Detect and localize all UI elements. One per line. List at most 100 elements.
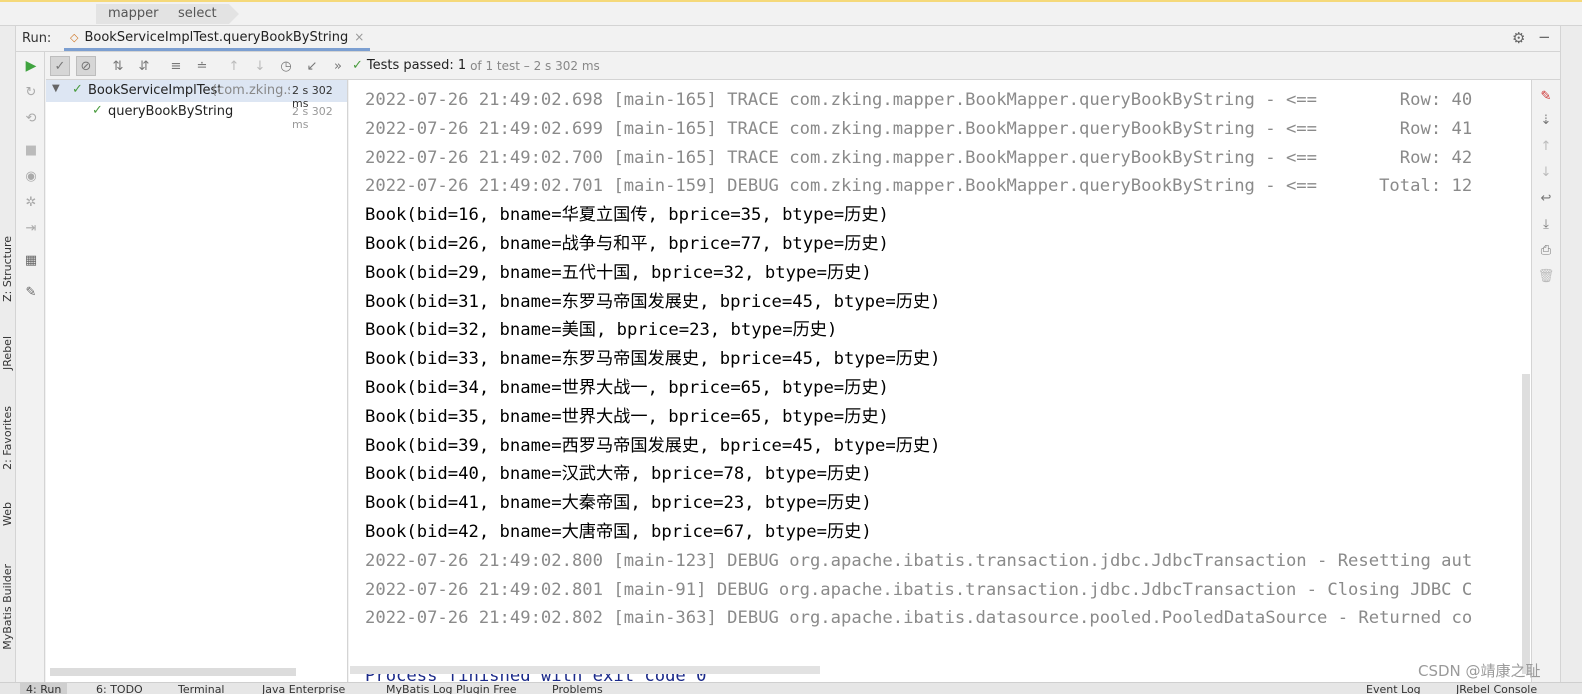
bottom-tab-problems[interactable]: Problems (552, 683, 603, 694)
bottom-tab-run[interactable]: 4: Run (20, 683, 68, 694)
close-tab-icon[interactable]: × (354, 30, 364, 44)
bottom-tab-event-log[interactable]: Event Log (1366, 683, 1421, 694)
test-tree: ▼ ✓ BookServiceImplTest (com.zking.se 2 … (46, 80, 348, 682)
run-tab-title: BookServiceImplTest.queryBookByString (84, 29, 349, 45)
gear-icon[interactable]: ⚙ (1512, 29, 1525, 47)
run-label: Run: (22, 31, 52, 46)
scroll-to-end-icon[interactable]: ⤓ (1536, 214, 1556, 234)
tab-structure-label: Z: Structure (1, 236, 14, 302)
sort-down-icon[interactable]: ⇣ (1536, 110, 1556, 130)
bottom-tab-todo[interactable]: 6: TODO (96, 683, 143, 694)
console-output-line: Book(bid=41, bname=大秦帝国, bprice=23, btyp… (365, 493, 872, 514)
tab-mybatis-builder-label: MyBatis Builder (1, 564, 14, 650)
console-output-line: Book(bid=32, bname=美国, bprice=23, btype=… (365, 320, 838, 341)
bottom-tab-jrebel-console[interactable]: JRebel Console (1456, 683, 1537, 694)
expand-all-icon[interactable]: ≡ (166, 56, 186, 76)
pass-check-icon: ✓ (72, 82, 83, 97)
camera-icon[interactable]: ◉ (21, 166, 41, 186)
tree-root-package: (com.zking.se (212, 83, 290, 98)
layout-icon[interactable]: ▦ (21, 250, 41, 270)
prev-failed-icon[interactable]: ↑ (224, 56, 244, 76)
tree-child-name: queryBookByString (108, 104, 234, 119)
console-output-line: Book(bid=35, bname=世界大战一, bprice=65, bty… (365, 406, 889, 427)
sort-alpha-icon[interactable]: ⇅ (108, 56, 128, 76)
tab-jrebel-label: JRebel (1, 336, 14, 370)
console-output-line: Book(bid=26, bname=战争与和平, bprice=77, bty… (365, 234, 889, 254)
show-ignored-icon[interactable]: ⊘ (76, 56, 96, 76)
watermark: CSDN @靖康之耻 (1418, 662, 1541, 680)
console-output-line: Book(bid=33, bname=东罗马帝国发展史, bprice=45, … (365, 349, 941, 370)
trash-icon[interactable]: 🗑 (1536, 266, 1556, 286)
sort-duration-icon[interactable]: ⇵ (134, 56, 154, 76)
test-status: ✓ Tests passed: 1 of 1 test – 2 s 302 ms (352, 58, 600, 73)
run-config-icon: ◇ (70, 30, 79, 44)
run-toolbar: ▶ ↻ ⟲ ■ ◉ ✲ ⇥ ▦ ✎ (17, 52, 45, 682)
next-failed-icon[interactable]: ↓ (250, 56, 270, 76)
bottom-tab-mybatis-log[interactable]: MyBatis Log Plugin Free (386, 683, 517, 694)
tests-passed-label: Tests passed: (366, 58, 454, 73)
console-log-line: 2022-07-26 21:49:02.701 [main-159] DEBUG… (365, 176, 1473, 197)
collapse-all-icon[interactable]: ≐ (192, 56, 212, 76)
import-tests-icon[interactable]: ↙ (302, 56, 322, 76)
tests-detail: of 1 test – 2 s 302 ms (470, 58, 600, 73)
tab-web[interactable]: Web (1, 502, 15, 526)
tree-row-child[interactable]: ✓ queryBookByString 2 s 302 ms (46, 102, 347, 131)
console-log-line: 2022-07-26 21:49:02.698 [main-165] TRACE… (365, 90, 1473, 110)
console-output-line: Book(bid=40, bname=汉武大帝, bprice=78, btyp… (365, 464, 872, 485)
console-toolbar: ✎ ⇣ ↑ ↓ ↩ ⤓ ⎙ 🗑 (1531, 80, 1560, 682)
console-log-line: 2022-07-26 21:49:02.700 [main-165] TRACE… (365, 147, 1473, 168)
breadcrumb-item-mapper[interactable]: mapper (96, 4, 182, 24)
console-log-line: 2022-07-26 21:49:02.699 [main-165] TRACE… (365, 118, 1473, 139)
rerun-icon[interactable]: ▶ (21, 56, 41, 76)
bottom-tab-terminal[interactable]: Terminal (178, 683, 225, 694)
console-output-line: Book(bid=39, bname=西罗马帝国发展史, bprice=45, … (365, 435, 941, 456)
console-vertical-scrollbar[interactable] (1522, 374, 1530, 674)
tests-passed-count: 1 (457, 58, 467, 73)
breadcrumb-item-select[interactable]: select (166, 4, 239, 24)
down-arrow-icon[interactable]: ↓ (1536, 162, 1556, 182)
show-passed-icon[interactable]: ✓ (50, 56, 70, 76)
tab-favorites-label: 2: Favorites (1, 406, 14, 470)
breadcrumb: mapper select (0, 0, 1582, 26)
toggle-autotest-icon[interactable]: ⟲ (21, 108, 41, 128)
stop-icon[interactable]: ■ (21, 140, 41, 160)
tree-row-root[interactable]: ▼ ✓ BookServiceImplTest (com.zking.se 2 … (46, 80, 347, 110)
pass-check-icon: ✓ (352, 58, 363, 73)
console-horizontal-scrollbar[interactable] (350, 666, 820, 674)
console-output-line: Book(bid=34, bname=世界大战一, bprice=65, bty… (365, 378, 889, 398)
tab-favorites[interactable]: 2: Favorites (1, 406, 15, 470)
more-icon[interactable]: » (328, 56, 348, 76)
test-toolbar: ✓ ⊘ ⇅ ⇵ ≡ ≐ ↑ ↓ ◷ ↙ » ✓ Tests passed: 1 … (46, 52, 1560, 80)
tree-root-name: BookServiceImplTest (88, 83, 223, 98)
left-tool-strip: Z: Structure JRebel 2: Favorites Web MyB… (0, 26, 16, 682)
console-output[interactable]: 2022-07-26 21:49:02.698 [main-165] TRACE… (349, 80, 1531, 682)
console-output-line: Book(bid=29, bname=五代十国, bprice=32, btyp… (365, 262, 872, 283)
tab-jrebel[interactable]: JRebel (1, 336, 15, 370)
bottom-tool-bar: 4: Run 6: TODO Terminal Java Enterprise … (0, 682, 1582, 694)
console-output-line: Book(bid=42, bname=大唐帝国, bprice=67, btyp… (365, 522, 872, 542)
tab-structure[interactable]: Z: Structure (1, 236, 15, 302)
rerun-failed-icon[interactable]: ↻ (21, 82, 41, 102)
history-icon[interactable]: ◷ (276, 56, 296, 76)
pass-check-icon: ✓ (92, 103, 103, 118)
print-icon[interactable]: ⎙ (1536, 240, 1556, 260)
console-log-line: 2022-07-26 21:49:02.801 [main-91] DEBUG … (365, 579, 1473, 600)
console-output-line: Book(bid=16, bname=华夏立国传, bprice=35, bty… (365, 205, 889, 226)
run-header: Run: ◇ BookServiceImplTest.queryBookBySt… (16, 26, 1560, 52)
tab-mybatis-builder[interactable]: MyBatis Builder (1, 564, 15, 650)
clear-red-icon[interactable]: ✎ (1536, 86, 1556, 106)
right-tool-strip (1560, 26, 1582, 682)
console-output-line: Book(bid=31, bname=东罗马帝国发展史, bprice=45, … (365, 291, 941, 312)
exit-icon[interactable]: ⇥ (21, 218, 41, 238)
bottom-tab-java-enterprise[interactable]: Java Enterprise (262, 683, 345, 694)
console-log-line: 2022-07-26 21:49:02.802 [main-363] DEBUG… (365, 608, 1473, 629)
debug-icon[interactable]: ✲ (21, 192, 41, 212)
run-tab[interactable]: ◇ BookServiceImplTest.queryBookByString … (64, 26, 371, 51)
soft-wrap-icon[interactable]: ↩ (1536, 188, 1556, 208)
pin-icon[interactable]: ✎ (21, 282, 41, 302)
chevron-down-icon[interactable]: ▼ (52, 83, 60, 94)
tree-child-time: 2 s 302 ms (292, 105, 333, 131)
minimize-icon[interactable]: − (1538, 28, 1551, 46)
up-arrow-icon[interactable]: ↑ (1536, 136, 1556, 156)
tree-horizontal-scrollbar[interactable] (50, 668, 296, 676)
